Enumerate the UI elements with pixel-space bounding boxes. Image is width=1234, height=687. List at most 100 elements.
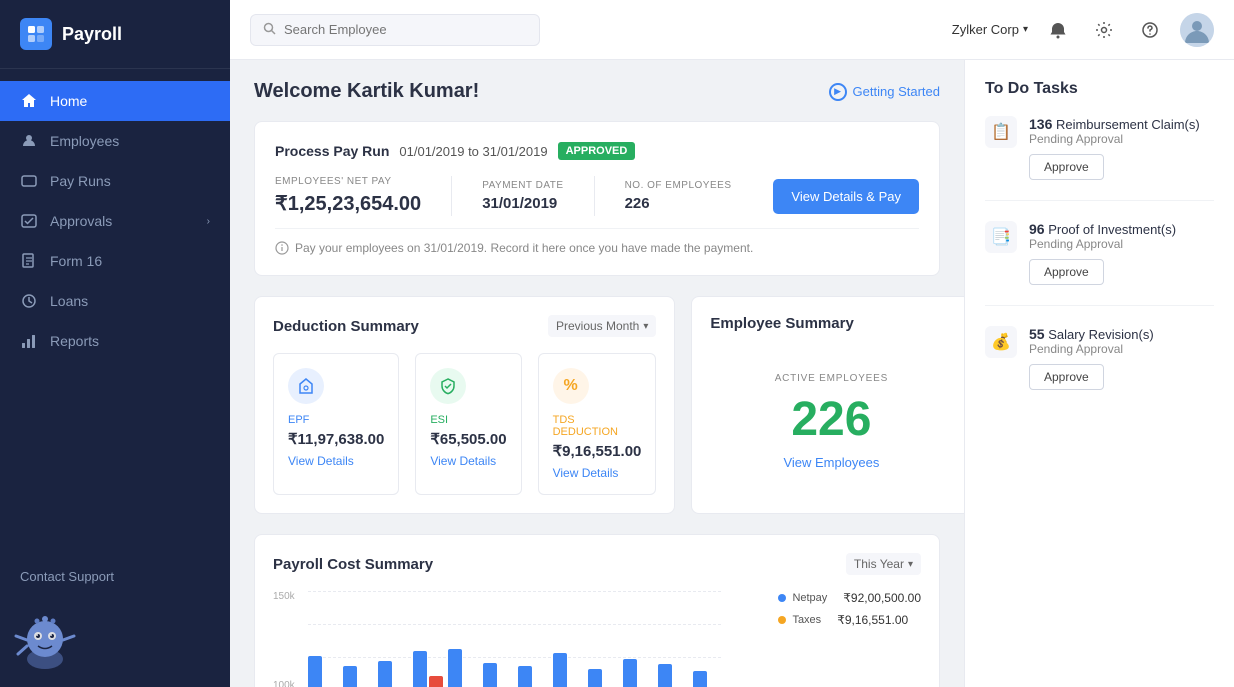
todo-item: 📑 96 Proof of Investment(s) Pending Appr…	[985, 221, 1214, 306]
deduction-summary-box: Deduction Summary Previous Month ▾ EP	[254, 296, 675, 514]
approve-button[interactable]: Approve	[1029, 364, 1104, 390]
user-avatar[interactable]	[1180, 13, 1214, 47]
home-icon	[20, 92, 38, 110]
divider	[451, 176, 452, 216]
play-icon: ▶	[829, 83, 847, 101]
payruns-icon	[20, 172, 38, 190]
getting-started-button[interactable]: ▶ Getting Started	[829, 83, 940, 101]
bar-group	[378, 661, 408, 687]
app-logo	[20, 18, 52, 50]
year-selector[interactable]: This Year ▾	[846, 553, 921, 575]
payrun-note: Pay your employees on 31/01/2019. Record…	[275, 228, 919, 255]
bar-group	[448, 649, 478, 687]
netpay-bar	[588, 669, 602, 687]
getting-started-label: Getting Started	[853, 84, 940, 99]
todo-item-count: 55	[1029, 326, 1045, 342]
sidebar-item-form16[interactable]: Form 16	[0, 241, 230, 281]
netpay-bar	[378, 661, 392, 687]
employee-count-label: NO. OF EMPLOYEES	[625, 180, 732, 191]
sidebar: Payroll Home Employees Pay Runs Approval…	[0, 0, 230, 687]
year-chevron-icon: ▾	[908, 559, 913, 570]
net-pay-value: ₹1,25,23,654.00	[275, 191, 421, 216]
year-label: This Year	[854, 557, 904, 571]
payment-date-value: 31/01/2019	[482, 195, 563, 212]
esi-amount: ₹65,505.00	[430, 430, 506, 448]
approve-button[interactable]: Approve	[1029, 259, 1104, 285]
todo-panel: To Do Tasks 📋 136 Reimbursement Claim(s)…	[964, 60, 1234, 687]
todo-item-content: 55 Salary Revision(s) Pending Approval A…	[1029, 326, 1214, 390]
payrun-header: Process Pay Run 01/01/2019 to 31/01/2019…	[275, 142, 919, 160]
payroll-cost-section: Payroll Cost Summary This Year ▾ 150k 10…	[254, 534, 940, 687]
payroll-cost-header: Payroll Cost Summary This Year ▾	[273, 553, 921, 575]
welcome-title: Welcome Kartik Kumar!	[254, 80, 479, 103]
esi-card: ESI ₹65,505.00 View Details	[415, 353, 521, 495]
legend-taxes: Taxes ₹9,16,551.00	[778, 613, 921, 627]
todo-item-status: Pending Approval	[1029, 237, 1214, 251]
todo-item: 💰 55 Salary Revision(s) Pending Approval…	[985, 326, 1214, 410]
y-axis-100k: 100k	[273, 680, 295, 687]
todo-item-icon: 💰	[985, 326, 1017, 358]
payrun-payment-date: PAYMENT DATE 31/01/2019	[482, 180, 563, 212]
bar-group	[518, 666, 548, 687]
content-main: Welcome Kartik Kumar! ▶ Getting Started …	[230, 60, 964, 687]
sidebar-item-employees[interactable]: Employees	[0, 121, 230, 161]
sidebar-item-reports[interactable]: Reports	[0, 321, 230, 361]
esi-view-details[interactable]: View Details	[430, 454, 506, 468]
content-area: Welcome Kartik Kumar! ▶ Getting Started …	[230, 60, 1234, 687]
net-pay-label: EMPLOYEES' NET PAY	[275, 176, 421, 187]
epf-amount: ₹11,97,638.00	[288, 430, 384, 448]
deduction-cards: EPF ₹11,97,638.00 View Details ESI ₹65,5…	[273, 353, 656, 495]
netpay-bar	[693, 671, 707, 687]
tds-name: TDS DEDUCTION	[553, 414, 642, 438]
epf-view-details[interactable]: View Details	[288, 454, 384, 468]
todo-item-title: 136 Reimbursement Claim(s)	[1029, 116, 1214, 132]
search-input[interactable]	[284, 22, 527, 37]
bar-group	[623, 659, 653, 687]
sidebar-item-home[interactable]: Home	[0, 81, 230, 121]
netpay-bar	[483, 663, 497, 687]
payrun-dates: 01/01/2019 to 31/01/2019	[399, 144, 547, 159]
todo-item-status: Pending Approval	[1029, 342, 1214, 356]
netpay-bar	[658, 664, 672, 687]
netpay-legend-value: ₹92,00,500.00	[843, 591, 921, 605]
company-selector[interactable]: Zylker Corp ▾	[952, 22, 1028, 37]
todo-item-title: 55 Salary Revision(s)	[1029, 326, 1214, 342]
bar-group	[413, 651, 443, 687]
sidebar-item-approvals[interactable]: Approvals ›	[0, 201, 230, 241]
sidebar-item-loans[interactable]: Loans	[0, 281, 230, 321]
view-details-pay-button[interactable]: View Details & Pay	[773, 179, 919, 214]
todo-item-content: 96 Proof of Investment(s) Pending Approv…	[1029, 221, 1214, 285]
approve-button[interactable]: Approve	[1029, 154, 1104, 180]
search-box[interactable]	[250, 14, 540, 46]
sidebar-item-payruns[interactable]: Pay Runs	[0, 161, 230, 201]
tds-icon: %	[553, 368, 589, 404]
netpay-bar	[308, 656, 322, 687]
view-employees-link[interactable]: View Employees	[783, 455, 879, 470]
todo-item-title: 96 Proof of Investment(s)	[1029, 221, 1214, 237]
notifications-icon[interactable]	[1042, 14, 1074, 46]
period-selector[interactable]: Previous Month ▾	[548, 315, 656, 337]
bar-group	[343, 666, 373, 687]
contact-support[interactable]: Contact Support	[0, 549, 230, 604]
todo-title: To Do Tasks	[985, 80, 1214, 98]
taxes-dot	[778, 616, 786, 624]
tds-card: % TDS DEDUCTION ₹9,16,551.00 View Detail…	[538, 353, 657, 495]
payment-date-label: PAYMENT DATE	[482, 180, 563, 191]
help-icon[interactable]	[1134, 14, 1166, 46]
reports-icon	[20, 332, 38, 350]
todo-item-icon: 📋	[985, 116, 1017, 148]
sidebar-item-home-label: Home	[50, 93, 87, 109]
welcome-header: Welcome Kartik Kumar! ▶ Getting Started	[254, 80, 940, 103]
settings-icon[interactable]	[1088, 14, 1120, 46]
payrun-note-text: Pay your employees on 31/01/2019. Record…	[295, 241, 753, 255]
bar-group	[693, 671, 723, 687]
mascot	[0, 604, 230, 687]
period-label: Previous Month	[556, 319, 639, 333]
bar-group	[553, 653, 583, 687]
tds-view-details[interactable]: View Details	[553, 466, 642, 480]
search-icon	[263, 22, 276, 38]
main-area: Zylker Corp ▾ Welcome Kartik Kumar!	[230, 0, 1234, 687]
employee-summary-title: Employee Summary	[710, 315, 853, 332]
payrun-net-pay: EMPLOYEES' NET PAY ₹1,25,23,654.00	[275, 176, 421, 216]
esi-name: ESI	[430, 414, 506, 426]
